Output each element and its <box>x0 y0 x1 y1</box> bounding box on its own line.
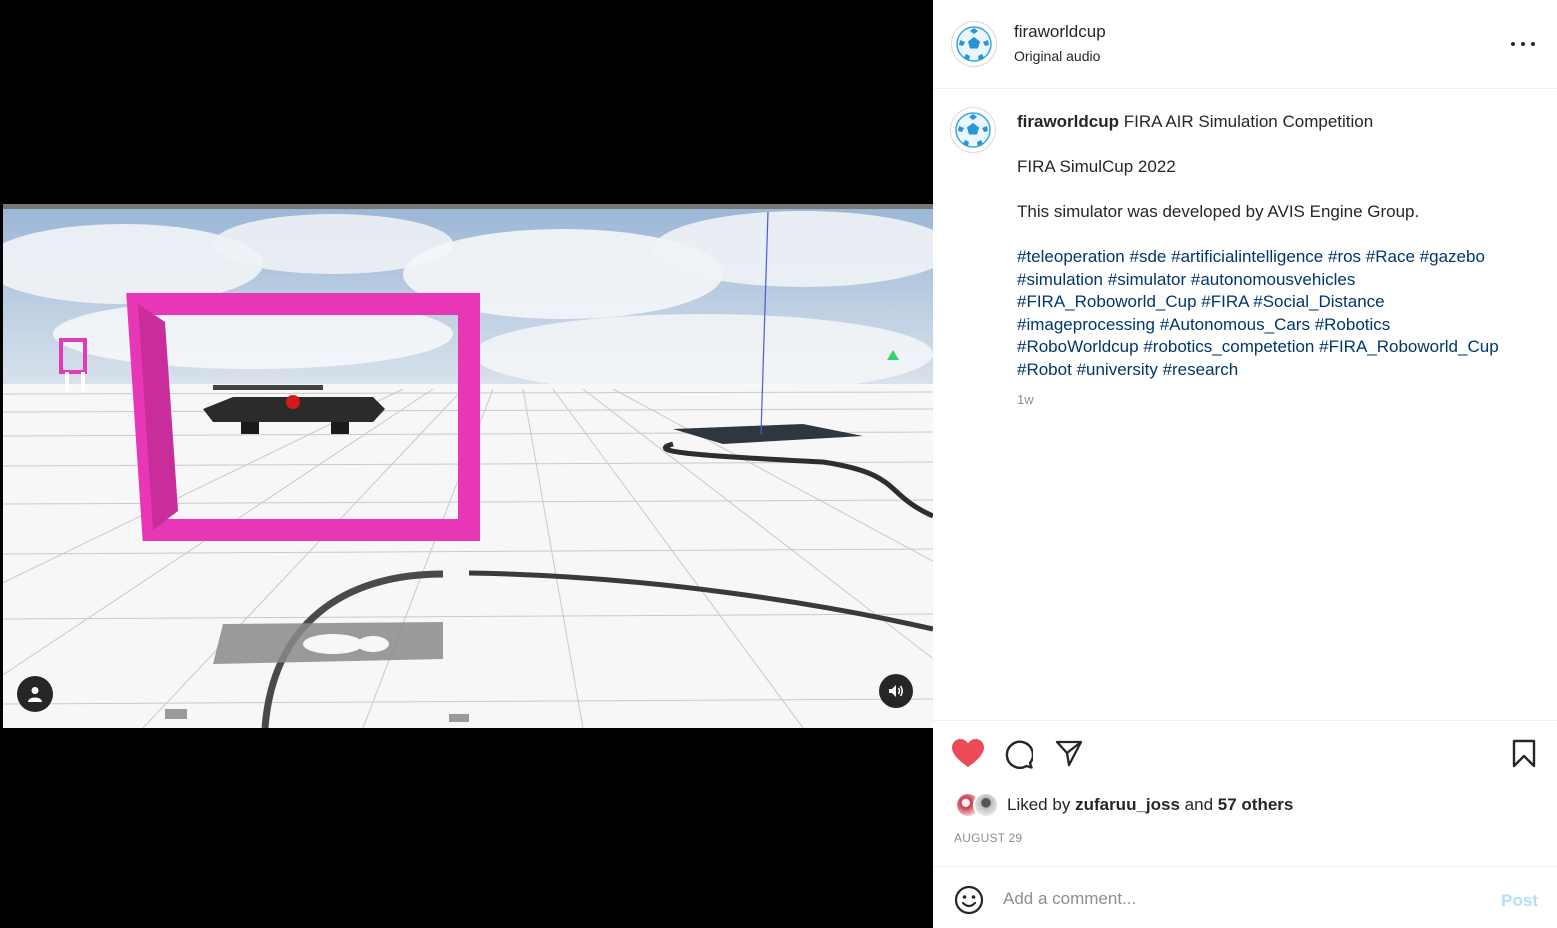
soccer-ball-logo <box>955 112 991 148</box>
post-username[interactable]: firaworldcup <box>1014 22 1106 42</box>
share-icon[interactable] <box>1055 739 1085 769</box>
post-comment-button[interactable]: Post <box>1501 891 1538 911</box>
caption-avatar[interactable] <box>950 107 996 153</box>
avatar[interactable] <box>973 792 999 818</box>
heart-filled-icon[interactable] <box>952 739 984 769</box>
hashtag-link[interactable]: #ros <box>1328 247 1361 266</box>
hashtag-link[interactable]: #FIRA_Roboworld_Cup <box>1319 337 1499 356</box>
comment-bar: Post <box>933 866 1557 928</box>
likes-others-link[interactable]: 57 others <box>1218 795 1294 815</box>
hashtag-link[interactable]: #FIRA_Roboworld_Cup <box>1017 292 1197 311</box>
caption-username[interactable]: firaworldcup <box>1017 112 1119 131</box>
hashtag-link[interactable]: #gazebo <box>1420 247 1485 266</box>
more-horizontal-icon[interactable] <box>1511 34 1535 54</box>
comment-icon[interactable] <box>1003 739 1035 769</box>
hashtag-link[interactable]: #RoboWorldcup <box>1017 337 1139 356</box>
likes-summary: Liked by zufaruu_joss and 57 others <box>955 791 1293 819</box>
hashtag-link[interactable]: #research <box>1163 360 1239 379</box>
post-header: firaworldcup Original audio <box>933 0 1557 89</box>
emoji-icon[interactable] <box>954 885 984 915</box>
caption-title: FIRA AIR Simulation Competition <box>1123 112 1374 131</box>
likes-prefix: Liked by <box>1007 795 1071 814</box>
hashtag-link[interactable]: #Race <box>1366 247 1415 266</box>
simulation-scene-image <box>3 204 933 728</box>
caption-timestamp[interactable]: 1w <box>1017 389 1537 412</box>
action-bar: Liked by zufaruu_joss and 57 others AUGU… <box>933 720 1557 866</box>
hashtag-link[interactable]: #Autonomous_Cars <box>1160 315 1310 334</box>
hashtag-link[interactable]: #robotics_competetion <box>1143 337 1314 356</box>
sound-on-icon[interactable] <box>879 674 913 708</box>
hashtag-link[interactable]: #Robot <box>1017 360 1072 379</box>
caption-line: This simulator was developed by AVIS Eng… <box>1017 202 1420 221</box>
post-date[interactable]: AUGUST 29 <box>954 831 1022 845</box>
hashtag-list: #teleoperation #sde #artificialintellige… <box>1017 246 1537 381</box>
hashtag-link[interactable]: #Social_Distance <box>1253 292 1384 311</box>
hashtag-link[interactable]: #Robotics <box>1315 315 1391 334</box>
caption-line: FIRA SimulCup 2022 <box>1017 157 1176 176</box>
likes-and: and <box>1184 795 1214 814</box>
user-tag-icon[interactable] <box>17 676 53 712</box>
hashtag-link[interactable]: #teleoperation <box>1017 247 1125 266</box>
comment-input[interactable] <box>1003 883 1473 915</box>
hashtag-link[interactable]: #university <box>1077 360 1158 379</box>
caption-section: firaworldcup FIRA AIR Simulation Competi… <box>933 90 1557 720</box>
media-pane <box>0 0 933 928</box>
hashtag-link[interactable]: #sde <box>1130 247 1167 266</box>
liker-username[interactable]: zufaruu_joss <box>1075 795 1180 815</box>
soccer-ball-logo <box>956 26 992 62</box>
hashtag-link[interactable]: #simulator <box>1108 270 1186 289</box>
bookmark-icon[interactable] <box>1511 739 1541 769</box>
hashtag-link[interactable]: #artificialintelligence <box>1171 247 1323 266</box>
video-player[interactable] <box>3 204 933 728</box>
audio-link[interactable]: Original audio <box>1014 48 1100 64</box>
hashtag-link[interactable]: #autonomousvehicles <box>1191 270 1355 289</box>
hashtag-link[interactable]: #simulation <box>1017 270 1103 289</box>
post-sidebar: firaworldcup Original audio firaworldcup… <box>933 0 1557 928</box>
hashtag-link[interactable]: #FIRA <box>1201 292 1248 311</box>
liker-avatars <box>955 792 1003 818</box>
caption-text: firaworldcup FIRA AIR Simulation Competi… <box>1017 111 1537 412</box>
hashtag-link[interactable]: #imageprocessing <box>1017 315 1155 334</box>
avatar[interactable] <box>951 21 997 67</box>
